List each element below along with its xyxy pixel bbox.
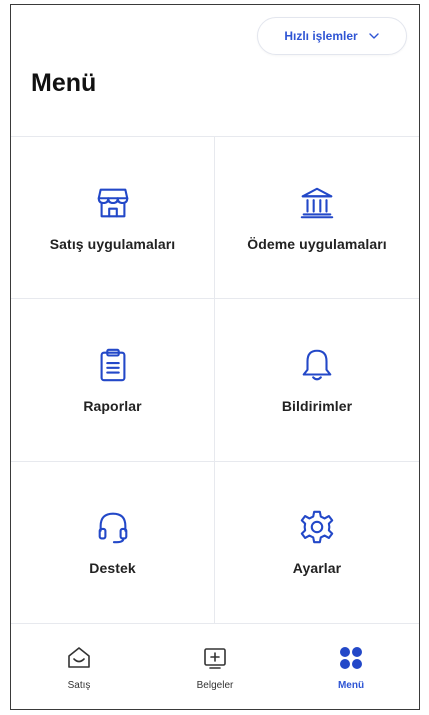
tab-label: Belgeler <box>196 680 234 691</box>
tab-documents[interactable]: Belgeler <box>160 644 270 691</box>
menu-item-label: Satış uygulamaları <box>49 235 176 252</box>
menu-item-label: Ödeme uygulamaları <box>247 235 387 252</box>
tab-label: Satış <box>67 680 91 691</box>
menu-item-sales-apps[interactable]: Satış uygulamaları <box>11 137 215 300</box>
storefront-icon <box>97 188 128 218</box>
menu-item-settings[interactable]: Ayarlar <box>215 462 419 624</box>
menu-grid: Satış uygulamaları Ödeme uygulamaları Ra… <box>11 136 419 624</box>
bell-icon <box>302 349 332 381</box>
tab-label: Menü <box>337 680 365 691</box>
menu-item-support[interactable]: Destek <box>11 461 215 624</box>
headset-icon <box>98 512 127 544</box>
quick-actions-label: Hızlı işlemler <box>284 29 358 43</box>
home-icon <box>68 647 90 668</box>
bank-icon <box>300 187 334 218</box>
document-add-icon <box>204 648 226 669</box>
tab-sales[interactable]: Satış <box>24 644 134 691</box>
menu-item-label: Ayarlar <box>292 560 342 577</box>
grid-icon <box>340 647 362 669</box>
menu-item-payment-apps[interactable]: Ödeme uygulamaları <box>215 137 419 300</box>
menu-item-notifications[interactable]: Bildirimler <box>215 299 419 462</box>
app-screen: Hızlı işlemler Menü Satış uygulamaları Ö… <box>10 4 420 710</box>
tab-menu[interactable]: Menü <box>296 644 406 691</box>
chevron-down-icon <box>368 33 379 39</box>
menu-item-label: Raporlar <box>83 397 142 414</box>
bottom-tab-bar: Satış Belgeler Menü <box>11 624 419 709</box>
clipboard-icon <box>100 348 125 382</box>
quick-actions-dropdown[interactable]: Hızlı işlemler <box>257 17 407 55</box>
menu-item-reports[interactable]: Raporlar <box>11 299 215 462</box>
menu-item-label: Bildirimler <box>281 397 353 414</box>
header: Hızlı işlemler Menü <box>11 5 419 136</box>
menu-item-label: Destek <box>89 560 136 577</box>
page-title: Menü <box>31 69 97 97</box>
gear-icon <box>300 511 334 544</box>
